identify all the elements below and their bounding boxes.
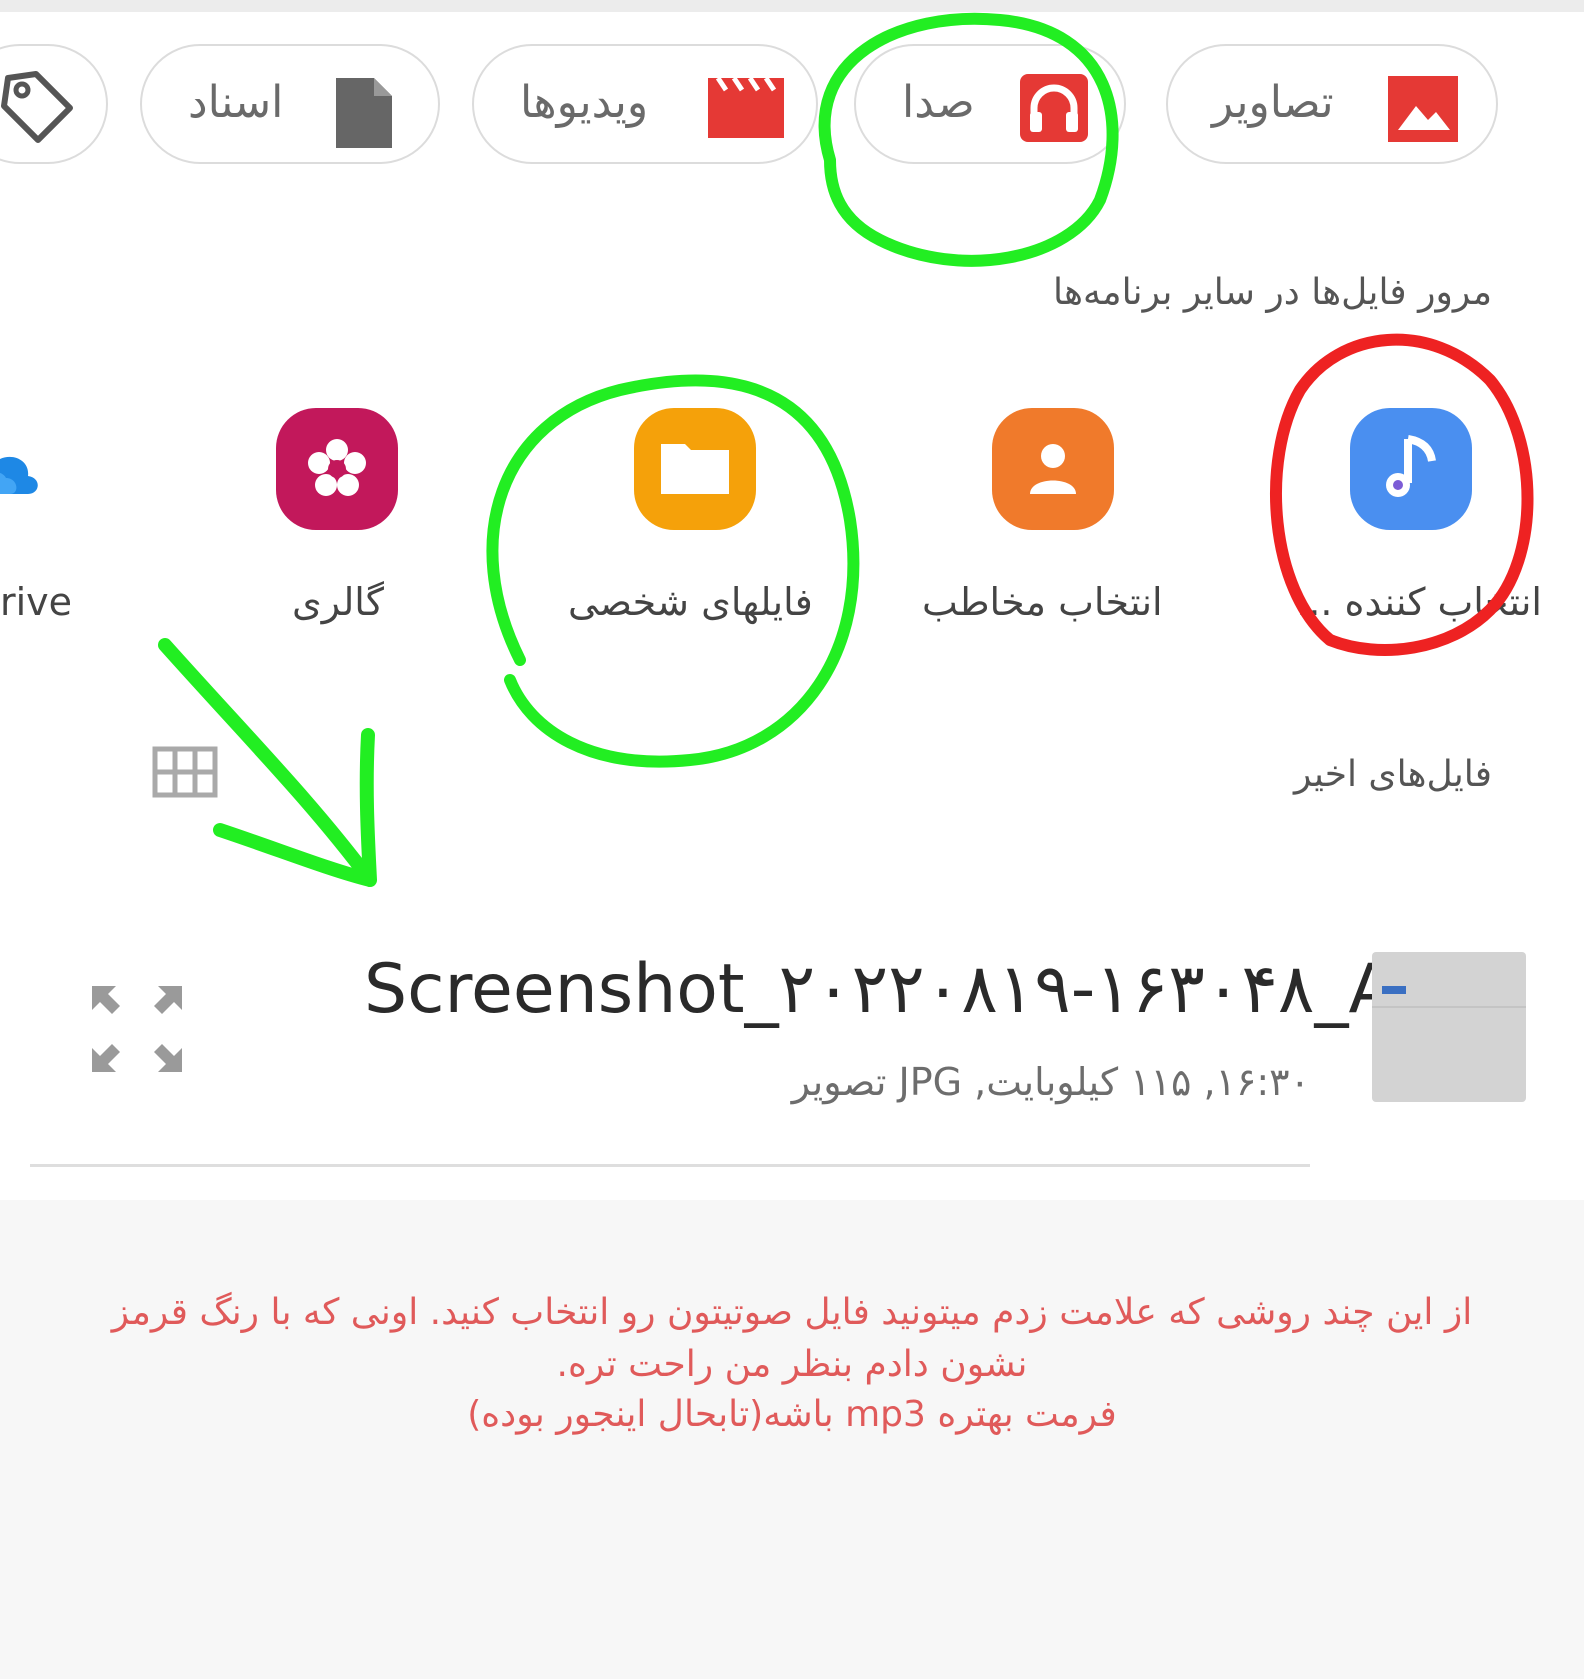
chip-documents[interactable]: اسناد — [140, 44, 440, 164]
expand-icon[interactable] — [90, 984, 184, 1074]
chip-tags[interactable] — [0, 44, 108, 164]
top-divider — [0, 0, 1584, 12]
app-my-files-label: فایلهای شخصی — [568, 580, 813, 624]
tag-icon — [1, 71, 73, 143]
note-line-3: فرمت بهتره mp3 باشه(تابحال اینجور بوده) — [467, 1394, 1117, 1435]
chip-images[interactable]: تصاویر — [1166, 44, 1498, 164]
recent-file-name: Screenshot_۲۰۲۲۰۸۱۹-۱۶۳۰۴۸_A... — [364, 950, 1459, 1029]
folder-icon — [661, 444, 729, 494]
contact-icon — [1030, 444, 1076, 494]
browse-other-apps-title: مرور فایل‌ها در سایر برنامه‌ها — [1053, 272, 1492, 313]
app-contact-picker-label: انتخاب مخاطب — [922, 580, 1163, 624]
app-gallery[interactable] — [276, 408, 398, 530]
recent-file-thumbnail — [1372, 952, 1526, 1102]
app-gallery-label: گالری — [292, 580, 384, 624]
note-line-2: نشون دادم بنظر من راحت تره. — [556, 1344, 1028, 1385]
app-my-files[interactable] — [634, 408, 756, 530]
chip-images-label: تصاویر — [1212, 77, 1334, 128]
app-contact-picker[interactable] — [992, 408, 1114, 530]
note-area — [0, 1200, 1584, 1679]
clapperboard-icon — [708, 76, 784, 138]
music-note-icon — [1386, 435, 1436, 497]
list-divider — [30, 1164, 1310, 1167]
headphones-icon — [1020, 74, 1088, 142]
flower-icon — [308, 439, 366, 496]
app-sound-picker[interactable] — [1350, 408, 1472, 530]
app-onedrive-label: rive — [0, 580, 73, 624]
chip-audio[interactable]: صدا — [854, 44, 1126, 164]
cloud-icon — [0, 456, 38, 494]
recent-files-title: فایل‌های اخیر — [1293, 754, 1492, 795]
recent-file-meta: ۱۶:۳۰, ۱۱۵ کیلوبایت, JPG تصویر — [791, 1060, 1310, 1104]
chip-documents-label: اسناد — [188, 77, 284, 128]
grid-icon[interactable] — [152, 746, 218, 798]
chip-videos-label: ویدیوها — [520, 77, 649, 128]
note-line-1: از این چند روشی که علامت زدم میتونید فای… — [111, 1292, 1473, 1333]
image-icon — [1388, 76, 1458, 142]
document-icon — [336, 78, 392, 148]
chip-audio-label: صدا — [902, 77, 975, 128]
app-sound-picker-label: انتخاب کننده ... — [1296, 580, 1542, 624]
chip-videos[interactable]: ویدیوها — [472, 44, 818, 164]
app-onedrive[interactable] — [0, 408, 52, 530]
